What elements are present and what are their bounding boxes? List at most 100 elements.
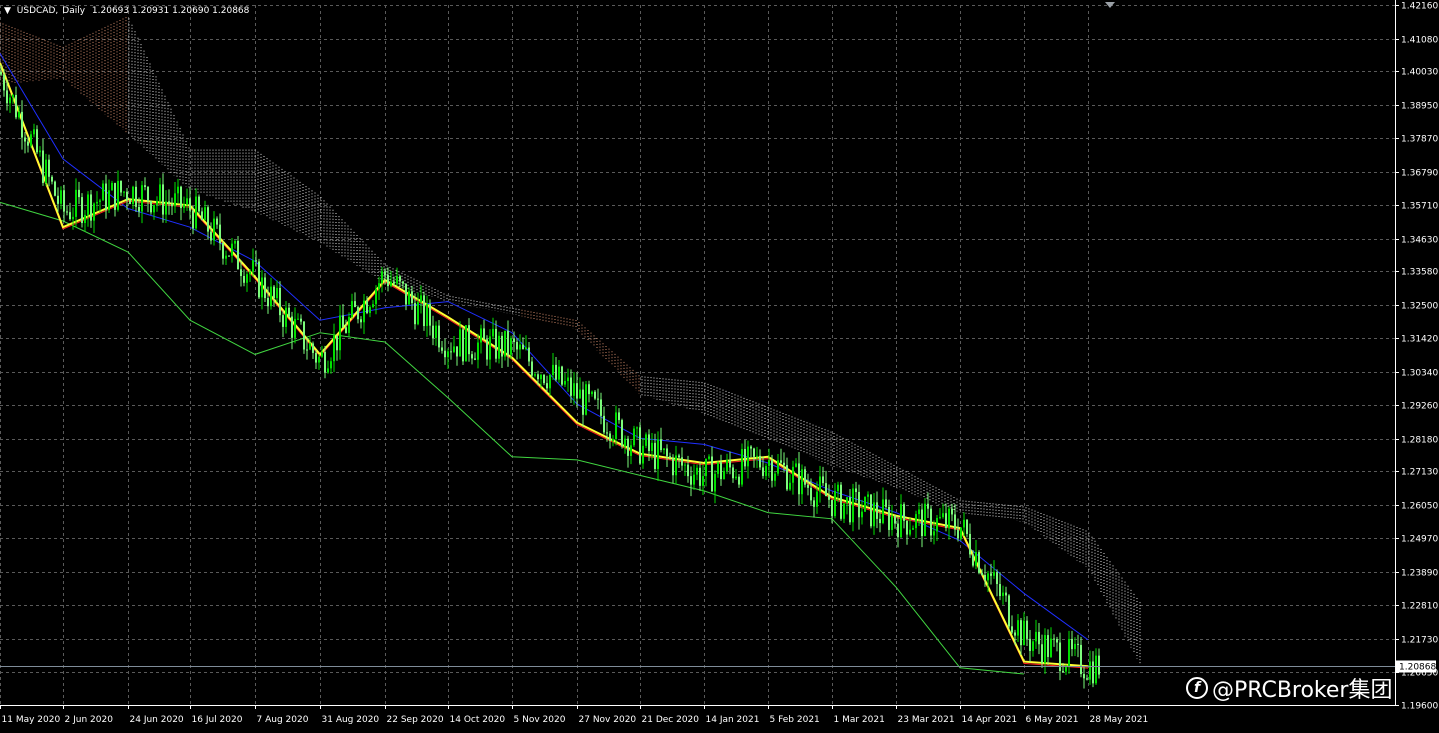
candle-body — [999, 584, 1001, 597]
candle-body — [468, 325, 470, 355]
candle-body — [567, 377, 569, 382]
candle-body — [237, 240, 239, 270]
candle-body — [1095, 655, 1097, 684]
candle-body — [555, 364, 557, 380]
candle-body — [660, 439, 662, 451]
candle-body — [363, 300, 365, 323]
candle-body — [6, 90, 8, 104]
candle-body — [426, 304, 428, 327]
candle-body — [66, 211, 68, 213]
candle-body — [879, 518, 881, 524]
candle-body — [954, 514, 956, 530]
candle-body — [234, 240, 236, 244]
candle-body — [255, 260, 257, 262]
candle-body — [129, 200, 131, 205]
candle-body — [99, 200, 101, 202]
candle-body — [405, 283, 407, 305]
candle-body — [1032, 641, 1034, 651]
candle-body — [489, 336, 491, 360]
x-tick-label: 11 May 2020 — [2, 715, 61, 725]
candle-body — [393, 281, 395, 284]
candle-body — [672, 457, 674, 476]
candle-body — [666, 448, 668, 457]
candle-body — [558, 366, 560, 380]
y-tick-label: 1.22810 — [1401, 602, 1438, 612]
candle-body — [42, 150, 44, 183]
x-tick-label: 21 Dec 2020 — [642, 715, 700, 725]
candle-body — [462, 329, 464, 362]
candle-body — [786, 465, 788, 490]
candle-body — [600, 399, 602, 416]
candle-body — [1074, 643, 1076, 650]
x-tick-label: 2 Jun 2020 — [65, 715, 114, 725]
candle-body — [324, 351, 326, 373]
candle-body — [849, 497, 851, 523]
candle-body — [825, 483, 827, 497]
candle-body — [609, 433, 611, 441]
candle-body — [744, 449, 746, 467]
candle-body — [966, 519, 968, 534]
candle-body — [540, 374, 542, 380]
candle-body — [417, 301, 419, 325]
candle-body — [1062, 670, 1064, 672]
candle-body — [906, 520, 908, 535]
candle-body — [225, 255, 227, 259]
x-tick-label: 27 Nov 2020 — [579, 715, 637, 725]
candle-body — [957, 529, 959, 539]
candle-body — [795, 463, 797, 467]
candle-body — [780, 460, 782, 463]
candle-body — [1008, 595, 1010, 627]
candle-body — [57, 195, 59, 204]
candle-body — [177, 186, 179, 194]
candle-body — [750, 446, 752, 449]
candle-body — [921, 509, 923, 537]
candle-body — [15, 94, 17, 118]
candle-body — [846, 497, 848, 504]
candle-body — [699, 467, 701, 486]
candle-body — [477, 342, 479, 360]
candle-body — [807, 484, 809, 488]
candle-body — [60, 190, 62, 204]
y-tick-label: 1.26050 — [1401, 502, 1438, 512]
candle-body — [375, 288, 377, 305]
candle-body — [615, 412, 617, 440]
candle-body — [984, 574, 986, 581]
candle-body — [861, 511, 863, 518]
candle-body — [588, 384, 590, 395]
candle-body — [444, 350, 446, 358]
candle-body — [168, 201, 170, 204]
candle-body — [1005, 592, 1007, 596]
candle-body — [657, 439, 659, 469]
candle-body — [240, 269, 242, 276]
candle-body — [279, 287, 281, 316]
candle-body — [771, 460, 773, 481]
scroll-marker-icon[interactable] — [1105, 2, 1115, 8]
candle-body — [735, 476, 737, 479]
y-tick-label: 1.29260 — [1401, 402, 1438, 412]
candle-body — [741, 449, 743, 485]
candle-body — [855, 488, 857, 492]
candle-body — [501, 335, 503, 357]
candle-body — [171, 203, 173, 207]
candle-body — [897, 523, 899, 538]
candle-body — [822, 476, 824, 484]
timeframe-label: Daily — [62, 6, 85, 16]
candle-body — [981, 572, 983, 575]
candle-body — [114, 182, 116, 210]
y-tick-label: 1.27130 — [1401, 468, 1438, 478]
price-chart[interactable]: 1.42160 1.41080 1.40030 1.38950 1.37870 1.367… — [0, 0, 1439, 733]
candle-body — [1011, 626, 1013, 633]
candle-body — [423, 295, 425, 327]
candle-body — [345, 327, 347, 333]
candle-body — [474, 358, 476, 360]
candle-body — [918, 509, 920, 515]
y-tick-label: 1.41080 — [1401, 36, 1438, 46]
candle-body — [483, 328, 485, 340]
candle-body — [429, 304, 431, 326]
candle-body — [642, 445, 644, 464]
candle-body — [27, 141, 29, 146]
x-tick-label: 5 Feb 2021 — [770, 715, 820, 725]
candle-body — [597, 398, 599, 400]
candle-body — [210, 231, 212, 241]
candle-body — [204, 207, 206, 221]
